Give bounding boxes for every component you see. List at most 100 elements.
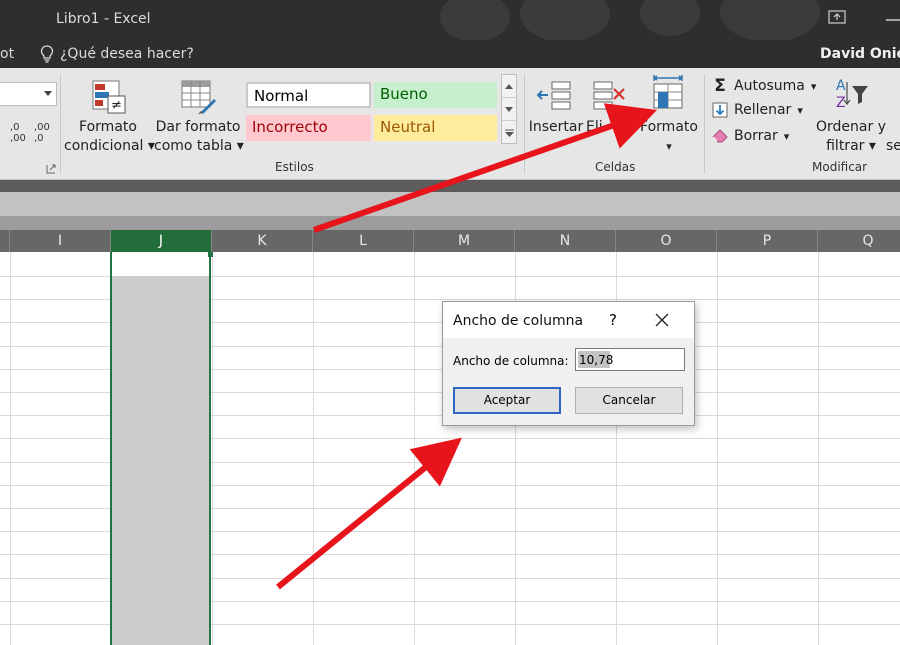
column-header-o[interactable]: O: [616, 230, 717, 252]
dialog-launcher-icon[interactable]: [46, 164, 56, 174]
svg-text:A: A: [836, 78, 846, 94]
gallery-more-icon[interactable]: [502, 121, 516, 144]
group-separator: [60, 74, 61, 174]
decrease-decimal-label: ,00 ,0: [34, 122, 50, 144]
background-decoration: [640, 0, 700, 36]
chevron-down-icon: ▾: [783, 129, 790, 143]
column-header-partial: [0, 230, 10, 252]
dialog-titlebar[interactable]: Ancho de columna ?: [443, 302, 694, 338]
format-as-table-button[interactable]: Dar formato como tabla ▾: [154, 74, 244, 158]
conditional-format-icon: ≠: [92, 80, 126, 114]
column-width-label: Ancho de columna:: [453, 354, 569, 368]
ribbon-tab-partial[interactable]: ot: [0, 46, 14, 62]
tell-me-label: ¿Qué desea hacer?: [60, 46, 194, 62]
fill-handle[interactable]: [208, 252, 213, 257]
tell-me-bar: ot ¿Qué desea hacer? David Onieva: [0, 40, 900, 68]
title-bar: Libro1 - Excel: [0, 0, 900, 40]
background-decoration: [720, 0, 820, 40]
tell-me-search[interactable]: ¿Qué desea hacer?: [40, 44, 194, 64]
header-gap-strip: [0, 216, 900, 230]
cancel-button[interactable]: Cancelar: [575, 387, 683, 414]
gridline-vertical: [818, 252, 819, 645]
autosum-button[interactable]: Σ Autosuma ▾: [712, 76, 816, 96]
format-cells-icon: [652, 75, 684, 109]
ribbon-display-options-icon[interactable]: [828, 10, 846, 24]
column-header-q[interactable]: Q: [818, 230, 900, 252]
column-header-k[interactable]: K: [212, 230, 313, 252]
fill-button[interactable]: Rellenar ▾: [712, 102, 803, 118]
sort-filter-label-2: filtrar ▾: [826, 138, 876, 154]
cell-style-normal[interactable]: Normal: [246, 82, 371, 108]
gridline-vertical: [10, 252, 11, 645]
editing-group-label: Modificar: [812, 160, 868, 174]
insert-cells-button[interactable]: Insertar: [528, 74, 584, 158]
delete-cells-label: Eli ar: [586, 119, 635, 135]
find-select-label-partial[interactable]: se: [886, 137, 900, 156]
column-header-l[interactable]: L: [313, 230, 414, 252]
gridline-vertical: [212, 252, 213, 645]
window-title: Libro1 - Excel: [56, 11, 151, 27]
column-header-row: IJKLMNOPQ: [0, 230, 900, 252]
number-format-dropdown[interactable]: [0, 82, 57, 106]
chevron-down-icon: ▾: [797, 103, 803, 117]
eraser-icon: [712, 129, 728, 143]
format-as-table-icon: [181, 80, 216, 114]
sort-filter-button[interactable]: A Z Ordenar y filtrar ▾: [814, 74, 888, 158]
styles-gallery-scroll[interactable]: [501, 74, 517, 144]
column-header-p[interactable]: P: [717, 230, 818, 252]
cells-group-label: Celdas: [595, 160, 636, 174]
format-cells-label: Formato: [640, 119, 698, 135]
clear-button[interactable]: Borrar ▾: [712, 128, 789, 144]
scroll-up-icon[interactable]: [502, 75, 516, 98]
column-width-dialog: Ancho de columna ? Ancho de columna: 10,…: [442, 301, 695, 426]
delete-cells-icon: [593, 81, 625, 110]
scroll-down-icon[interactable]: [502, 98, 516, 121]
dropdown-arrow-icon: [44, 91, 52, 96]
decrease-decimal-button[interactable]: ,00 ,0: [34, 122, 56, 144]
accept-button[interactable]: Aceptar: [453, 387, 561, 414]
svg-text:Z: Z: [836, 95, 846, 110]
group-separator: [704, 74, 705, 174]
background-decoration: [440, 0, 510, 40]
column-header-n[interactable]: N: [515, 230, 616, 252]
user-account[interactable]: David Onieva: [820, 46, 900, 62]
gridline-vertical: [313, 252, 314, 645]
help-icon[interactable]: ?: [605, 311, 621, 329]
format-as-table-label-2: como tabla ▾: [154, 138, 244, 154]
format-as-table-label-1: Dar formato: [155, 119, 241, 135]
conditional-format-label-1: Formato: [79, 119, 137, 135]
background-decoration: [520, 0, 610, 40]
minimize-icon[interactable]: [884, 12, 900, 24]
close-icon[interactable]: [655, 313, 669, 327]
gridline-vertical: [717, 252, 718, 645]
column-header-m[interactable]: M: [414, 230, 515, 252]
column-header-i[interactable]: I: [10, 230, 111, 252]
conditional-format-label-2: condicional ▾: [64, 138, 155, 154]
autosum-label: Autosuma: [734, 78, 805, 94]
active-cell[interactable]: [112, 252, 209, 276]
chevron-down-icon: ▾: [666, 140, 672, 153]
ribbon-bottom-strip: [0, 180, 900, 192]
increase-decimal-button[interactable]: ,0 ,00: [10, 122, 32, 144]
group-separator: [524, 74, 525, 174]
cell-style-incorrecto[interactable]: Incorrecto: [246, 115, 371, 141]
delete-cells-button[interactable]: Eli ar: [584, 74, 640, 158]
format-cells-button[interactable]: Formato ▾: [640, 74, 698, 158]
lightbulb-icon: [40, 45, 54, 63]
cell-style-neutral[interactable]: Neutral: [374, 115, 497, 141]
styles-group-label: Estilos: [275, 160, 314, 174]
formula-bar-area: [0, 192, 900, 216]
selected-column[interactable]: [110, 252, 213, 645]
gridline-vertical: [414, 252, 415, 645]
sigma-icon: Σ: [714, 76, 726, 96]
increase-decimal-label: ,0 ,00: [10, 122, 26, 144]
svg-text:≠: ≠: [111, 98, 122, 113]
insert-cells-icon: [536, 81, 571, 110]
fill-label: Rellenar: [734, 102, 792, 118]
column-header-j[interactable]: J: [111, 230, 212, 252]
cell-style-bueno[interactable]: Bueno: [374, 82, 497, 108]
clear-label: Borrar: [734, 128, 778, 144]
sort-filter-label-1: Ordenar y: [816, 119, 886, 135]
column-width-value: 10,78: [579, 353, 614, 367]
conditional-format-button[interactable]: ≠ Formato condicional ▾: [64, 74, 155, 158]
